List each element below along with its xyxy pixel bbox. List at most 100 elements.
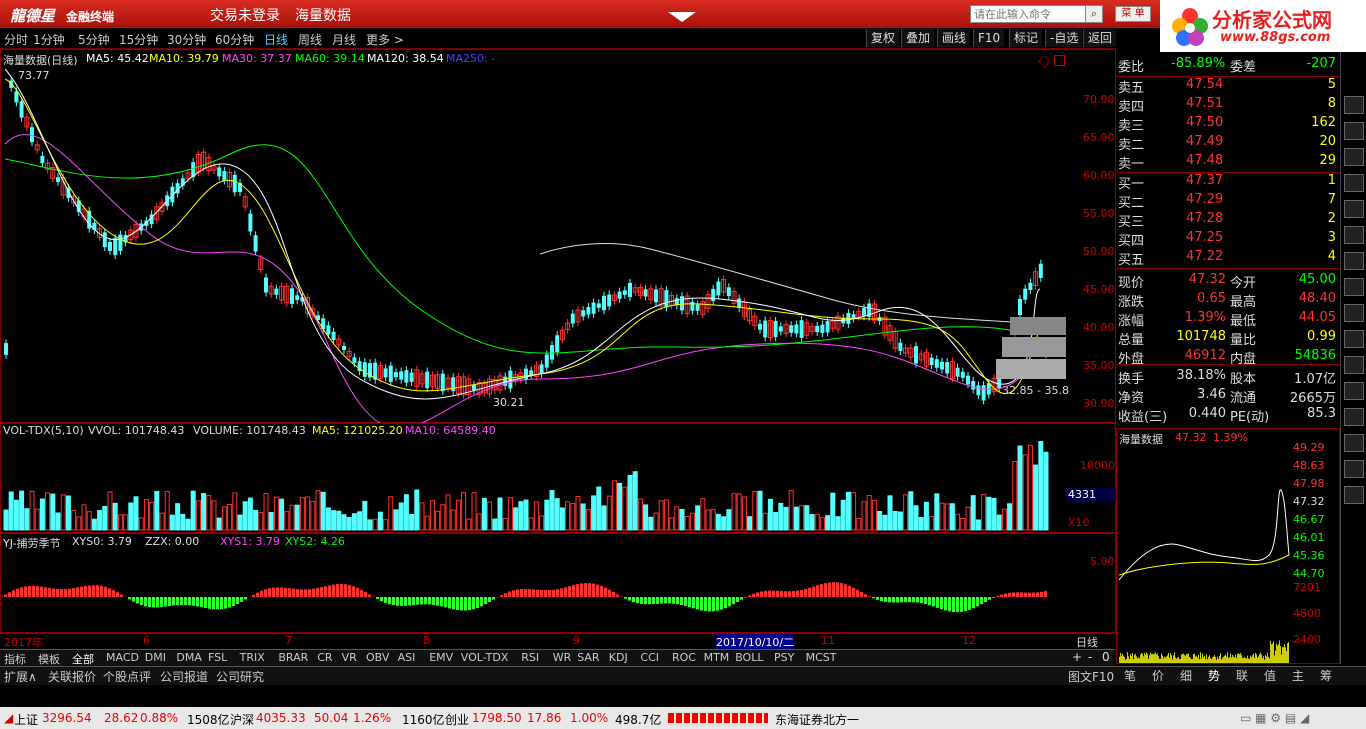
indicator-tab[interactable]: ROC <box>672 651 696 664</box>
search-icon[interactable] <box>1344 356 1364 374</box>
candle-body <box>40 155 45 164</box>
mini-tab[interactable]: 势 <box>1208 667 1220 684</box>
ext-tab[interactable]: 公司研究 <box>216 668 264 685</box>
indicator-tab[interactable]: WR <box>553 651 572 664</box>
rsi-icon[interactable] <box>1344 382 1364 400</box>
period-tick[interactable]: 分时 <box>4 31 28 48</box>
period-day[interactable]: 日线 <box>264 31 288 48</box>
menu-button[interactable]: 菜 单 <box>1115 6 1151 22</box>
mini-tab[interactable]: 主 <box>1292 667 1304 684</box>
ext-tab[interactable]: 公司报道 <box>160 668 208 685</box>
mini-volume-bar <box>1176 658 1177 663</box>
chart-icon[interactable] <box>1344 148 1364 166</box>
intraday-mini-chart[interactable]: 海量数据 47.32 1.39% 49.29 48.63 47.98 47.32 46.… <box>1116 428 1340 664</box>
indicator-tab[interactable]: CCI <box>640 651 659 664</box>
maximize-icon[interactable] <box>1054 55 1065 66</box>
period-more[interactable]: 更多 > <box>366 31 404 48</box>
chip-box <box>996 359 1066 379</box>
indicator-tab[interactable]: OBV <box>366 651 389 664</box>
indicator-tab[interactable]: VOL-TDX <box>461 651 509 664</box>
zoom-out-button[interactable]: - <box>1088 650 1092 664</box>
candle-body <box>529 370 534 375</box>
indicator-tab[interactable]: KDJ <box>609 651 628 664</box>
indicator-tab[interactable]: MCST <box>806 651 837 664</box>
mini-tab[interactable]: 值 <box>1264 667 1276 684</box>
price-axis-label: 30.00 <box>1083 397 1115 410</box>
down-icon[interactable] <box>1344 252 1364 270</box>
indicator-tab[interactable]: PSY <box>774 651 794 664</box>
up-icon[interactable] <box>1344 226 1364 244</box>
buy-price: 47.29 <box>1186 192 1224 207</box>
vvol-label: VVOL: 101748.43 <box>88 424 185 437</box>
indicator-tab[interactable]: CR <box>317 651 332 664</box>
indicator-bar <box>912 597 915 603</box>
arrow-icon[interactable] <box>1344 408 1364 426</box>
indicator-tab[interactable]: BRAR <box>278 651 308 664</box>
indicator-tab[interactable]: DMA <box>176 651 202 664</box>
indicator-tab[interactable]: 指标 <box>4 651 26 667</box>
indicator-bar <box>32 585 35 597</box>
draw-line-button[interactable]: 画线 <box>937 29 971 47</box>
grid-icon[interactable] <box>1344 330 1364 348</box>
menu-data[interactable]: 海量数据 <box>295 5 351 25</box>
tray-icons[interactable]: ▭ ▦ ⚙ ▤ ◢ <box>1240 711 1309 725</box>
indicator-bar <box>948 597 951 612</box>
expand-icon[interactable] <box>1344 434 1364 452</box>
indicator-tab[interactable]: ASI <box>398 651 416 664</box>
ext-tab[interactable]: 扩展∧ <box>4 668 37 685</box>
mini-tab[interactable]: 价 <box>1152 667 1164 684</box>
mini-tab[interactable]: 筹 <box>1320 667 1332 684</box>
home-icon[interactable]: ◢ <box>4 711 13 725</box>
indicator-tab[interactable]: RSI <box>521 651 539 664</box>
back-button[interactable]: 返回 <box>1083 29 1117 47</box>
search-icon[interactable]: ⌕ <box>1085 5 1103 23</box>
indicator-tab[interactable]: DMI <box>145 651 166 664</box>
indicator-tab[interactable]: MACD <box>106 651 139 664</box>
ext-tab[interactable]: 个股点评 <box>103 668 151 685</box>
period-60m[interactable]: 60分钟 <box>215 31 254 48</box>
fuquan-button[interactable]: 复权 <box>866 29 900 47</box>
indicator-bar <box>28 585 31 597</box>
indicator-bar <box>448 597 451 609</box>
fill-icon[interactable] <box>1344 200 1364 218</box>
mini-volume-bar <box>1188 653 1189 663</box>
period-5m[interactable]: 5分钟 <box>78 31 110 48</box>
indicator-tab[interactable]: 全部 <box>72 651 94 667</box>
login-status[interactable]: 交易未登录 <box>210 5 280 25</box>
period-month[interactable]: 月线 <box>332 31 356 48</box>
period-1m[interactable]: 1分钟 <box>33 31 65 48</box>
indicator-tab[interactable]: VR <box>342 651 357 664</box>
period-week[interactable]: 周线 <box>298 31 322 48</box>
indicator-tab[interactable]: FSL <box>208 651 227 664</box>
f10-icon[interactable] <box>1344 278 1364 296</box>
indicator-tab[interactable]: BOLL <box>735 651 763 664</box>
remove-watchlist-button[interactable]: -自选 <box>1045 29 1083 47</box>
ext-tab[interactable]: 关联报价 <box>48 668 96 685</box>
indicator-tab[interactable]: EMV <box>429 651 453 664</box>
f10-button[interactable]: F10 <box>973 29 1005 47</box>
mini-tab[interactable]: 笔 <box>1124 667 1136 684</box>
zoom-in-button[interactable]: + <box>1072 650 1082 664</box>
indicator-tab[interactable]: TRIX <box>240 651 265 664</box>
lines-icon[interactable] <box>1344 304 1364 322</box>
indicator-tab[interactable]: MTM <box>704 651 730 664</box>
indicator-tab[interactable]: SAR <box>577 651 599 664</box>
gift-icon[interactable] <box>1344 122 1364 140</box>
period-15m[interactable]: 15分钟 <box>119 31 158 48</box>
mini-tab[interactable]: 细 <box>1180 667 1192 684</box>
indicator-tab[interactable]: 模板 <box>38 651 60 667</box>
mark-button[interactable]: 标记 <box>1009 29 1043 47</box>
collapse-icon[interactable] <box>668 12 696 22</box>
chart-icon[interactable] <box>1344 460 1364 478</box>
zoom-reset-button[interactable]: 0 <box>1102 650 1110 664</box>
overlay-button[interactable]: 叠加 <box>901 29 935 47</box>
edit-icon[interactable] <box>1344 486 1364 504</box>
chart-icon[interactable] <box>1344 174 1364 192</box>
cn-icon[interactable] <box>1344 96 1364 114</box>
period-30m[interactable]: 30分钟 <box>167 31 206 48</box>
f10-text-tab[interactable]: 图文F10 <box>1068 668 1114 685</box>
stat-value: 101748 <box>1176 329 1226 344</box>
command-input[interactable] <box>970 5 1090 23</box>
mini-price: 47.32 <box>1175 431 1207 444</box>
mini-tab[interactable]: 联 <box>1236 667 1248 684</box>
